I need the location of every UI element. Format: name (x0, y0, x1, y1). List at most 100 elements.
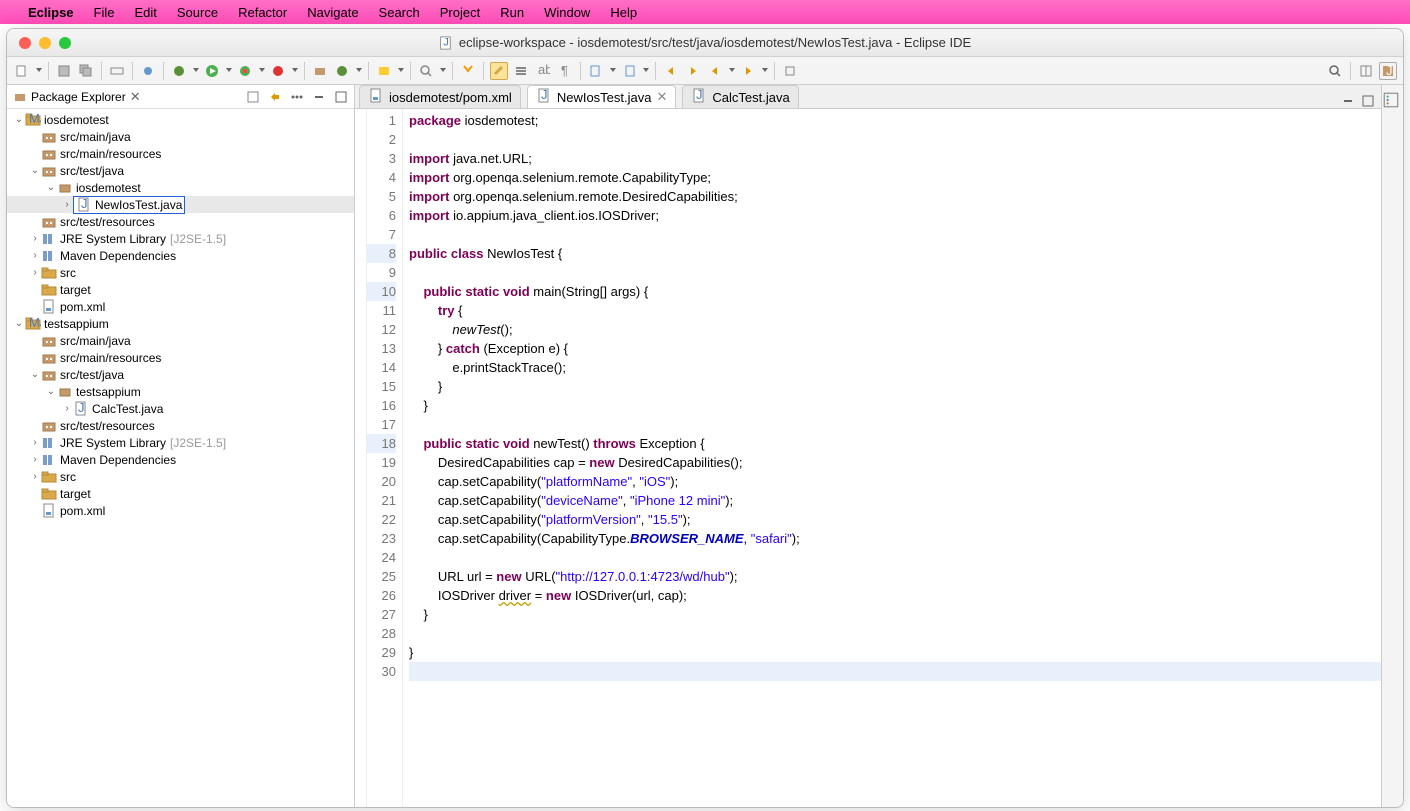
tree-item-calctest-java[interactable]: ›JCalcTest.java (7, 400, 354, 417)
minimize-editor-icon[interactable] (1341, 94, 1355, 108)
file-icon (368, 88, 384, 107)
nav-forward-button[interactable] (684, 62, 702, 80)
menu-window[interactable]: Window (544, 5, 590, 20)
nav-back-history-button[interactable] (706, 62, 724, 80)
nav-forward-history-button[interactable] (739, 62, 757, 80)
outline-view-icon[interactable] (1382, 91, 1400, 109)
expand-arrow-icon[interactable]: › (29, 437, 41, 448)
menu-search[interactable]: Search (379, 5, 420, 20)
block-select-button[interactable] (512, 62, 530, 80)
tree-item-src[interactable]: ›src (7, 468, 354, 485)
save-all-button[interactable] (77, 62, 95, 80)
menu-refactor[interactable]: Refactor (238, 5, 287, 20)
expand-arrow-icon[interactable]: ⌄ (29, 369, 41, 380)
gutter-markers (355, 109, 367, 807)
tree-item-maven-dependencies[interactable]: ›Maven Dependencies (7, 247, 354, 264)
toggle-mark-button[interactable] (459, 62, 477, 80)
expand-arrow-icon[interactable]: › (61, 199, 73, 210)
open-perspective-button[interactable] (1357, 62, 1375, 80)
tree-item-src-main-resources[interactable]: src/main/resources (7, 349, 354, 366)
tree-item-src-test-resources[interactable]: src/test/resources (7, 213, 354, 230)
menu-project[interactable]: Project (440, 5, 480, 20)
code-editor[interactable]: package iosdemotest; import java.net.URL… (403, 109, 1381, 807)
save-button[interactable] (55, 62, 73, 80)
expand-arrow-icon[interactable]: ⌄ (13, 318, 25, 329)
run-last-button[interactable] (269, 62, 287, 80)
link-editor-icon[interactable] (268, 90, 282, 104)
app-name[interactable]: Eclipse (28, 5, 74, 20)
view-menu-icon[interactable] (290, 90, 304, 104)
pi-button[interactable]: ¶ (556, 62, 574, 80)
java-perspective-button[interactable]: J (1379, 62, 1397, 80)
menu-navigate[interactable]: Navigate (307, 5, 358, 20)
debug-button[interactable] (170, 62, 188, 80)
window-zoom-button[interactable] (59, 37, 71, 49)
maximize-editor-icon[interactable] (1361, 94, 1375, 108)
run-button[interactable] (203, 62, 221, 80)
maximize-view-icon[interactable] (334, 90, 348, 104)
expand-arrow-icon[interactable]: › (29, 267, 41, 278)
expand-arrow-icon[interactable]: › (61, 403, 73, 414)
tree-item-pom-xml[interactable]: pom.xml (7, 502, 354, 519)
expand-arrow-icon[interactable]: › (29, 250, 41, 261)
tree-item-src-main-resources[interactable]: src/main/resources (7, 145, 354, 162)
menu-edit[interactable]: Edit (134, 5, 156, 20)
expand-arrow-icon[interactable]: ⌄ (45, 386, 57, 397)
menu-file[interactable]: File (94, 5, 115, 20)
package-explorer-close-icon[interactable]: ✕ (130, 89, 141, 105)
tree-item-iosdemotest[interactable]: ⌄iosdemotest (7, 179, 354, 196)
quick-access-button[interactable] (1326, 62, 1344, 80)
new-package-button[interactable] (311, 62, 329, 80)
tree-item-src-main-java[interactable]: src/main/java (7, 128, 354, 145)
editor-tab-calctest-java[interactable]: JCalcTest.java (682, 85, 798, 108)
minimize-view-icon[interactable] (312, 90, 326, 104)
tree-item-iosdemotest[interactable]: ⌄MJiosdemotest (7, 111, 354, 128)
editor-tab-newiostest-java[interactable]: JNewIosTest.java✕ (527, 85, 677, 108)
expand-arrow-icon[interactable]: ⌄ (45, 182, 57, 193)
new-button[interactable] (13, 62, 31, 80)
coverage-button[interactable] (236, 62, 254, 80)
open-type-button[interactable] (375, 62, 393, 80)
editor-body: 1234567891011121314151617181920212223242… (355, 109, 1381, 807)
tree-item-src[interactable]: ›src (7, 264, 354, 281)
menu-source[interactable]: Source (177, 5, 218, 20)
annotation-prev-button[interactable] (587, 62, 605, 80)
tree-item-src-test-java[interactable]: ⌄src/test/java (7, 366, 354, 383)
tree-item-target[interactable]: target (7, 281, 354, 298)
tree-item-jre-system-library[interactable]: ›JRE System Library[J2SE-1.5] (7, 230, 354, 247)
tree-item-src-main-java[interactable]: src/main/java (7, 332, 354, 349)
menu-run[interactable]: Run (500, 5, 524, 20)
expand-arrow-icon[interactable]: › (29, 233, 41, 244)
tree-item-maven-dependencies[interactable]: ›Maven Dependencies (7, 451, 354, 468)
tree-item-newiostest-java[interactable]: ›JNewIosTest.java (7, 196, 354, 213)
show-whitespace-button[interactable]: ab (534, 62, 552, 80)
tree-item-src-test-java[interactable]: ⌄src/test/java (7, 162, 354, 179)
window-close-button[interactable] (19, 37, 31, 49)
pin-editor-button[interactable] (781, 62, 799, 80)
collapse-all-icon[interactable] (246, 90, 260, 104)
toggle-breadcrumb-button[interactable] (108, 62, 126, 80)
tree-item-src-test-resources[interactable]: src/test/resources (7, 417, 354, 434)
search-button[interactable] (417, 62, 435, 80)
editor-tab-iosdemotest-pom-xml[interactable]: iosdemotest/pom.xml (359, 85, 521, 108)
window-titlebar: J eclipse-workspace - iosdemotest/src/te… (7, 29, 1403, 57)
annotation-next-button[interactable] (620, 62, 638, 80)
pkg-icon (41, 418, 57, 434)
tree-item-testsappium[interactable]: ⌄MJtestsappium (7, 315, 354, 332)
skip-breakpoints-button[interactable] (139, 62, 157, 80)
expand-arrow-icon[interactable]: ⌄ (13, 114, 25, 125)
tree-item-target[interactable]: target (7, 485, 354, 502)
expand-arrow-icon[interactable]: ⌄ (29, 165, 41, 176)
expand-arrow-icon[interactable]: › (29, 454, 41, 465)
nav-back-button[interactable] (662, 62, 680, 80)
expand-arrow-icon[interactable]: › (29, 471, 41, 482)
tree-item-pom-xml[interactable]: pom.xml (7, 298, 354, 315)
menu-help[interactable]: Help (610, 5, 637, 20)
package-explorer-tree[interactable]: ⌄MJiosdemotestsrc/main/javasrc/main/reso… (7, 109, 354, 807)
tree-item-testsappium[interactable]: ⌄testsappium (7, 383, 354, 400)
window-minimize-button[interactable] (39, 37, 51, 49)
tree-item-jre-system-library[interactable]: ›JRE System Library[J2SE-1.5] (7, 434, 354, 451)
new-class-button[interactable] (333, 62, 351, 80)
close-tab-icon[interactable]: ✕ (656, 89, 667, 105)
highlight-button[interactable] (490, 62, 508, 80)
